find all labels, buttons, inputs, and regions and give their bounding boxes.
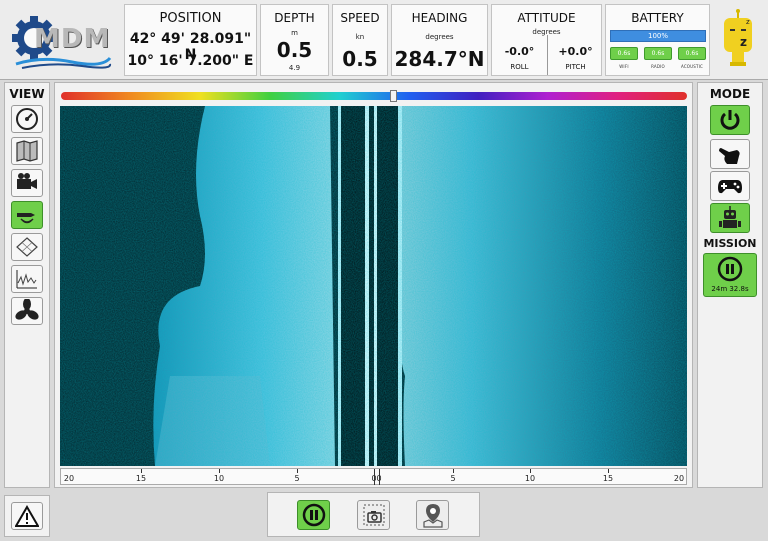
view-panel: VIEW [4,82,50,488]
side-scan-sonar-image [60,106,687,466]
mission-title: MISSION [703,237,757,250]
color-scale-slider[interactable] [61,90,687,102]
sleeping-robot-icon: z z [716,8,760,72]
svg-text:z: z [740,35,747,49]
view-title: VIEW [9,87,45,101]
status-header: MDM POSITION 42° 49' 28.091" N 10° 16' 7… [0,0,768,80]
gamepad-icon [718,180,742,194]
scale-left-10: 10 [213,474,225,483]
speed-unit: kn [355,33,365,41]
camera-capture-icon [363,504,384,526]
mode-panel: MODE MISSION 24m 32.8s [697,82,763,488]
pause-icon [302,503,325,527]
mdm-logo: MDM [12,10,112,70]
mission-time: 24m 32.8s [711,285,749,293]
view-grid-button[interactable] [11,233,43,261]
pause-icon [717,256,743,282]
position-title: POSITION [159,11,222,26]
alert-panel [4,495,50,537]
speed-value: 0.5 [342,47,378,71]
heading-panel: HEADING degrees 284.7°N [391,4,488,76]
wifi-latency: 0.6s [610,47,638,60]
mode-title: MODE [709,87,751,101]
longitude-value: 10° 16' 7.200" E [127,53,254,69]
recording-pause-button[interactable] [297,500,330,530]
mission-pause-button[interactable]: 24m 32.8s [703,253,757,297]
heading-title: HEADING [411,11,468,25]
signal-plot-icon [16,270,37,289]
gamepad-mode-button[interactable] [710,171,750,201]
view-camera-button[interactable] [11,169,43,197]
alert-button[interactable] [11,502,43,530]
depth-sub-value: 4.9 [288,64,301,72]
radio-label: RADIO [651,64,665,69]
power-icon [720,110,740,130]
view-dashboard-button[interactable] [11,105,43,133]
map-icon [16,140,38,162]
propeller-icon [15,299,39,320]
scale-left-15: 15 [135,474,147,483]
autonomous-mode-button[interactable] [710,203,750,233]
hand-pointer-icon [719,148,740,164]
range-scale: 20 15 10 5 0 0 5 10 15 20 [60,468,687,485]
screenshot-button[interactable] [357,500,390,530]
speed-panel: SPEED kn 0.5 [332,4,388,76]
speedometer-icon [16,108,38,130]
svg-text:z: z [746,18,750,26]
attitude-panel: ATTITUDE degrees -0.0° ROLL +0.0° PITCH [491,4,602,76]
acoustic-label: ACOUSTIC [680,64,704,69]
radio-latency: 0.6s [644,47,672,60]
roll-value: -0.0° [504,45,535,58]
acoustic-latency: 0.6s [678,47,706,60]
view-map-button[interactable] [11,137,43,165]
battery-level: 100% [647,32,668,40]
depth-title: DEPTH [274,11,315,25]
manual-mode-button[interactable] [710,139,750,169]
position-panel: POSITION 42° 49' 28.091" N 10° 16' 7.200… [124,4,257,76]
map-pin-icon [422,504,443,528]
view-propeller-button[interactable] [11,297,43,325]
view-sonar-button[interactable] [11,201,43,229]
heading-unit: degrees [425,33,454,41]
depth-unit: m [291,29,298,37]
robot-icon [719,206,741,228]
sonar-icon [17,213,35,224]
scale-left-5: 5 [294,474,300,483]
color-scale-handle[interactable] [389,90,397,102]
warning-icon [15,505,39,527]
heading-value: 284.7°N [394,47,485,71]
battery-bar: 100% [610,30,706,42]
speed-title: SPEED [340,11,380,25]
logo-text: MDM [34,24,111,54]
pitch-label: PITCH [565,63,586,71]
power-button[interactable] [710,105,750,135]
attitude-title: ATTITUDE [517,11,576,25]
wifi-label: WIFI [619,64,629,69]
scale-right-10: 10 [524,474,536,483]
battery-panel: BATTERY 100% 0.6s 0.6s 0.6s WIFI RADIO A… [605,4,710,76]
grid-plane-icon [16,237,38,257]
battery-title: BATTERY [631,11,684,25]
scale-right-5: 5 [450,474,456,483]
depth-value: 0.5 [276,38,313,62]
scale-right-20: 20 [673,474,685,483]
roll-label: ROLL [510,63,529,71]
scale-right-15: 15 [602,474,614,483]
view-plot-button[interactable] [11,265,43,293]
scale-left-20: 20 [63,474,75,483]
bottom-toolbar [267,492,480,537]
depth-panel: DEPTH m 0.5 4.9 [260,4,329,76]
sonar-waterfall [60,106,687,466]
mark-location-button[interactable] [416,500,449,530]
video-camera-icon [17,173,37,189]
pitch-value: +0.0° [558,45,593,58]
